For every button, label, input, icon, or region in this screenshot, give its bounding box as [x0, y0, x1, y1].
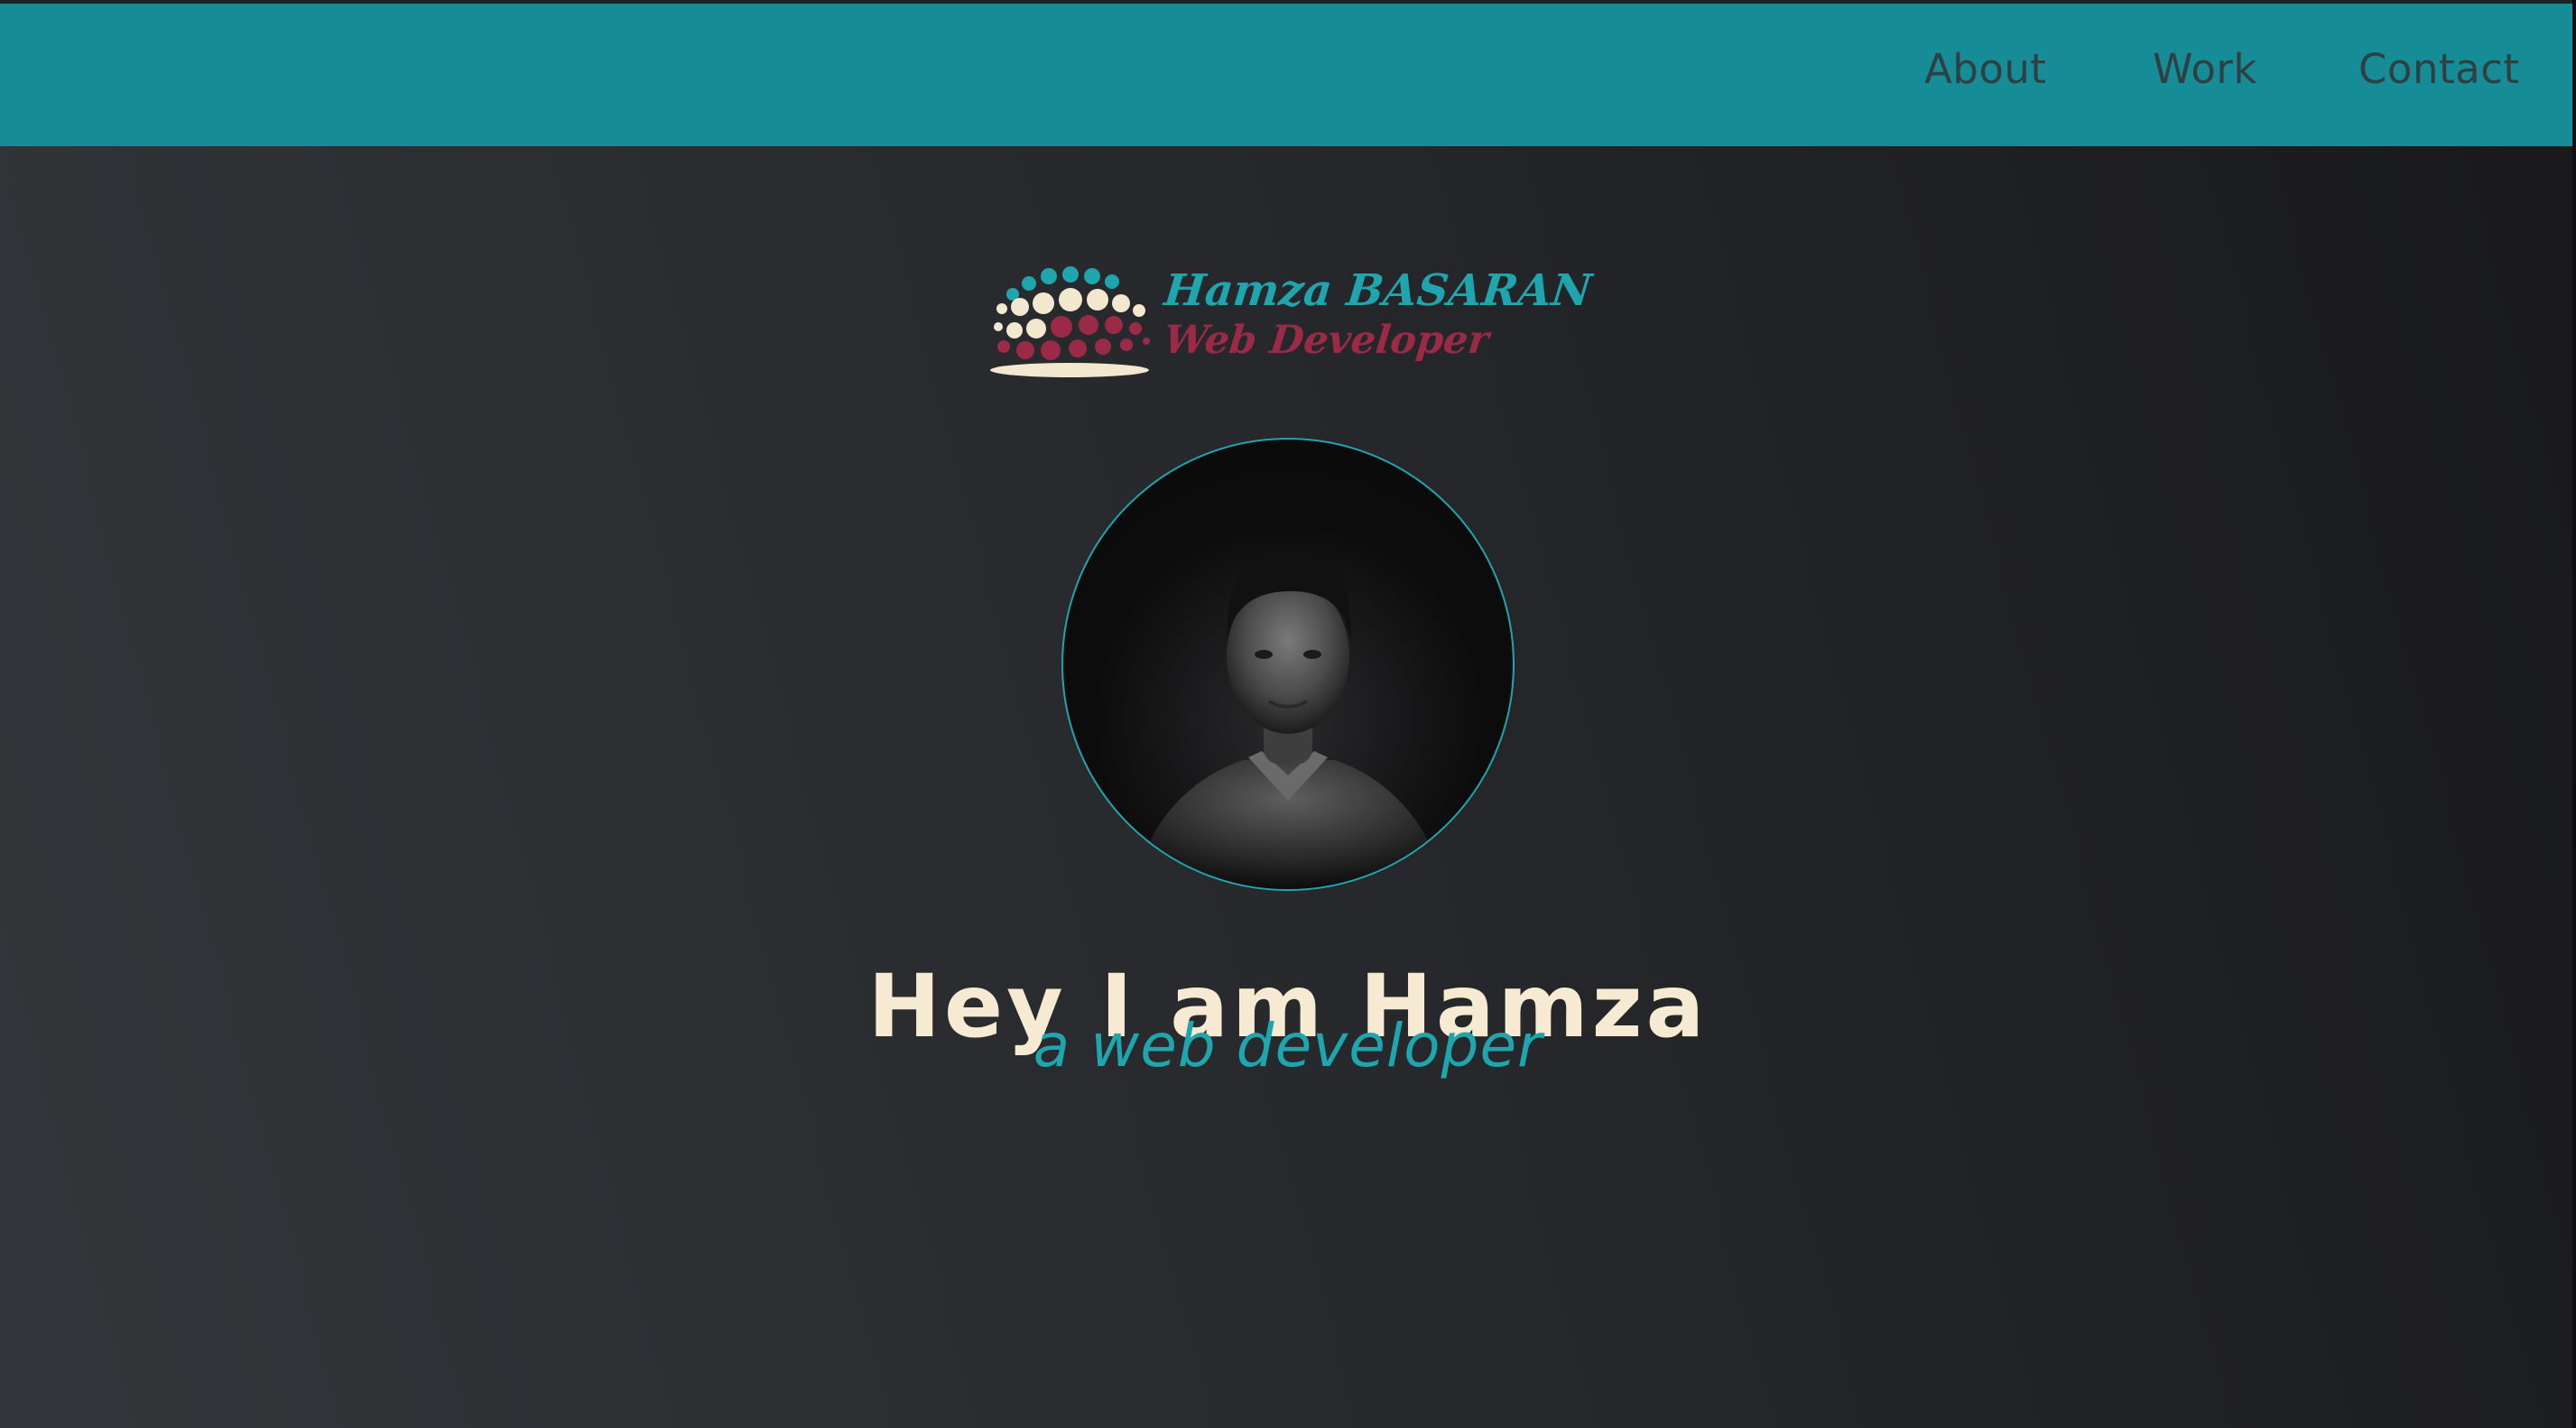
logo-name-text: Hamza BASARAN: [1162, 265, 1594, 316]
navbar: About Work Contact: [0, 4, 2572, 146]
nav-link-work[interactable]: Work: [2153, 45, 2257, 93]
nav-link-about[interactable]: About: [1924, 45, 2047, 93]
hero-subtitle: a web developer: [1033, 1011, 1543, 1080]
nav-link-contact[interactable]: Contact: [2358, 45, 2520, 93]
dotted-globe-logo-icon: [990, 266, 1150, 377]
logo-role-text: Web Developer: [1162, 318, 1491, 363]
profile-photo: [1061, 438, 1515, 891]
site-logo[interactable]: Hamza BASARAN Web Developer: [984, 256, 1594, 383]
window-edge: [2572, 0, 2576, 1428]
person-silhouette-icon: [1135, 548, 1442, 889]
